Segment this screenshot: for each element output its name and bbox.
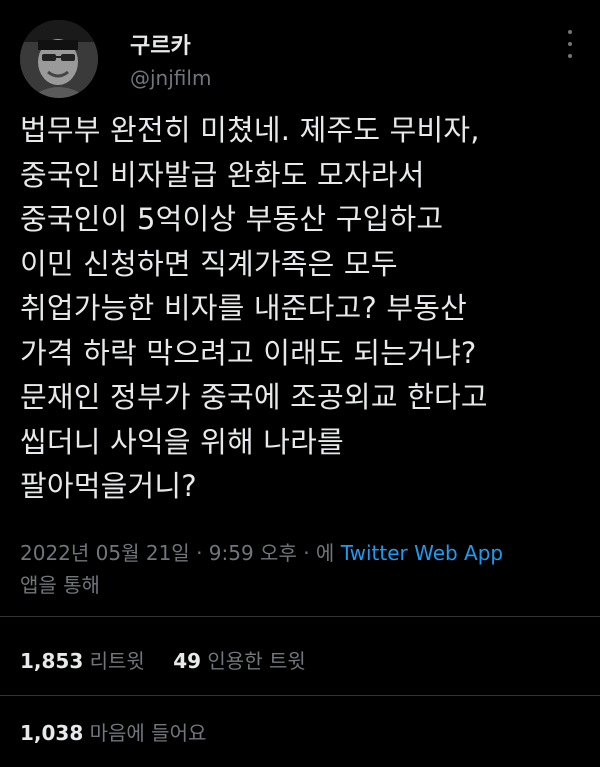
retweets-label: 리트윗 [89, 649, 145, 673]
display-name[interactable]: 구르카 [130, 28, 191, 60]
timestamp[interactable]: 2022년 05월 21일 · 9:59 오후 [20, 541, 297, 565]
tweet-line: 법무부 완전히 미쳤네. 제주도 무비자, [20, 113, 480, 147]
quotes-stat[interactable]: 49 인용한 트윗 [173, 647, 306, 675]
tweet-header: 구르카 @jnjfilm [0, 0, 600, 110]
more-vertical-icon[interactable] [558, 30, 582, 58]
retweet-stats: 1,853 리트윗 49 인용한 트윗 [20, 647, 328, 675]
likes-stats: 1,038 마음에 들어요 [20, 719, 228, 747]
source-suffix: 앱을 통해 [20, 573, 100, 597]
avatar[interactable] [20, 20, 98, 98]
tweet-line: 팔아먹을거니? [20, 469, 197, 503]
quotes-label: 인용한 트윗 [207, 649, 306, 673]
tweet-line: 취업가능한 비자를 내준다고? 부동산 [20, 291, 468, 325]
likes-label: 마음에 들어요 [89, 721, 207, 745]
meta-separator: · 에 [296, 541, 341, 565]
tweet-line: 이민 신청하면 직계가족은 모두 [20, 246, 398, 281]
divider [0, 695, 600, 696]
likes-stat[interactable]: 1,038 마음에 들어요 [20, 719, 206, 747]
user-handle[interactable]: @jnjfilm [130, 66, 211, 90]
tweet-line: 중국인이 5억이상 부동산 구입하고 [20, 202, 444, 236]
retweets-count: 1,853 [20, 649, 84, 673]
retweets-stat[interactable]: 1,853 리트윗 [20, 647, 145, 675]
tweet-line: 씹더니 사익을 위해 나라를 [20, 424, 344, 459]
tweet-line: 가격 하락 막으려고 이래도 되는거냐? [20, 335, 477, 370]
source-link[interactable]: Twitter Web App [341, 541, 503, 565]
avatar-image [20, 20, 98, 98]
divider [0, 616, 600, 617]
tweet-meta: 2022년 05월 21일 · 9:59 오후 · 에 Twitter Web … [20, 537, 585, 601]
tweet-line: 문재인 정부가 중국에 조공외교 한다고 [20, 380, 488, 414]
quotes-count: 49 [173, 649, 202, 673]
tweet-line: 중국인 비자발급 완화도 모자라서 [20, 157, 425, 192]
likes-count: 1,038 [20, 721, 84, 745]
tweet-text: 법무부 완전히 미쳤네. 제주도 무비자, 중국인 비자발급 완화도 모자라서 … [20, 108, 585, 509]
